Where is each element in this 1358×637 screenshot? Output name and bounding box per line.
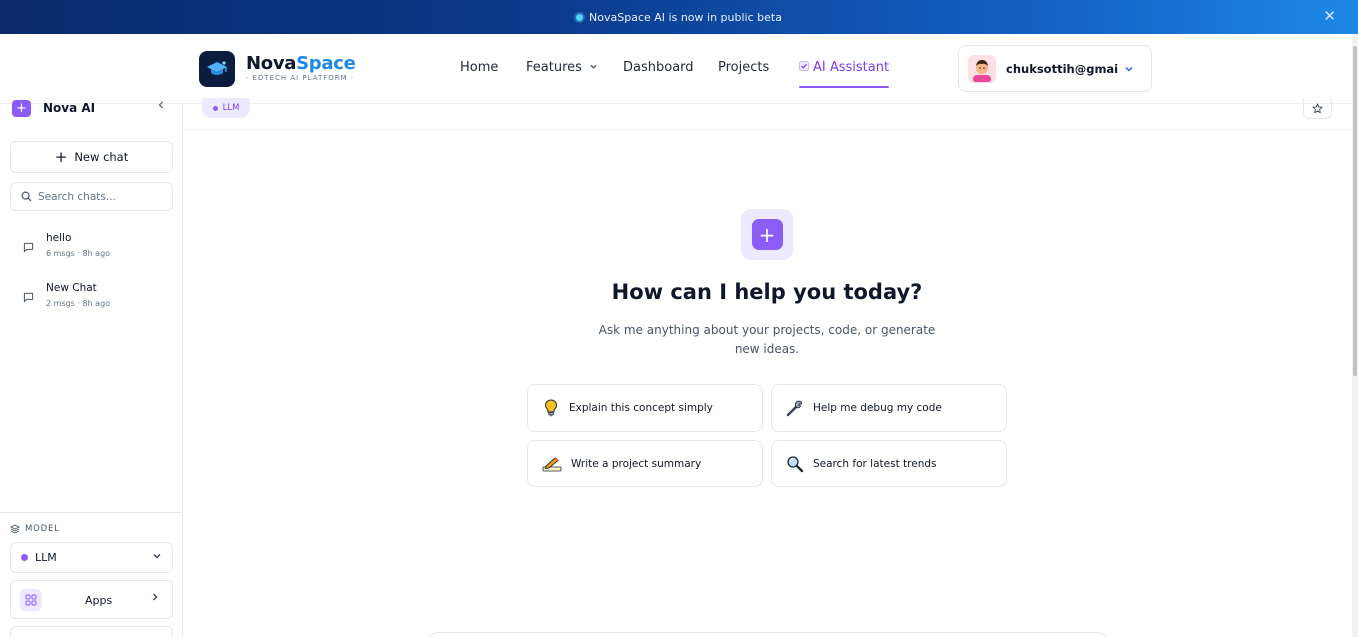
grid-icon — [20, 589, 42, 611]
chevron-left-icon[interactable] — [156, 100, 166, 110]
lightbulb-icon — [542, 399, 560, 417]
chat-toolbar: LLM — [183, 98, 1352, 130]
layers-icon — [10, 524, 20, 534]
page-scrollbar[interactable] — [1352, 34, 1358, 637]
plus-icon: + — [751, 219, 783, 250]
nav-features[interactable]: Features — [526, 60, 598, 75]
search-icon — [21, 191, 32, 202]
suggestion-card[interactable]: Help me debug my code — [771, 384, 1007, 432]
model-select[interactable]: LLM — [10, 542, 173, 573]
chevron-down-icon — [590, 64, 597, 69]
brand-name-part2: Space — [296, 53, 356, 74]
chevron-right-icon — [153, 593, 158, 601]
sidebar-title: Nova AI — [43, 101, 96, 115]
close-icon[interactable]: ✕ — [1323, 8, 1336, 24]
new-chat-button[interactable]: + New chat — [10, 141, 173, 173]
chat-list-item[interactable]: New Chat 2 msgs · 8h ago — [10, 280, 173, 320]
magnifier-icon — [786, 455, 804, 473]
model-value: LLM — [35, 551, 57, 564]
status-dot-icon — [576, 13, 584, 21]
plus-icon: + — [12, 100, 31, 117]
brand-subtitle: · EDTECH AI PLATFORM · — [246, 74, 355, 82]
suggestion-label: Help me debug my code — [813, 402, 942, 414]
avatar — [968, 54, 996, 83]
active-nav-indicator — [799, 86, 889, 88]
model-section-label: MODEL — [10, 524, 60, 534]
apps-button[interactable]: Apps — [10, 580, 173, 619]
chat-meta: 2 msgs · 8h ago — [46, 299, 111, 308]
chat-list-item[interactable]: hello 6 msgs · 8h ago — [10, 230, 173, 270]
chevron-down-icon — [153, 554, 161, 559]
new-chat-hero-icon: + — [741, 209, 793, 260]
model-badge: LLM — [202, 98, 250, 118]
chat-title: hello — [46, 232, 72, 244]
chevron-down-icon — [1125, 66, 1133, 72]
plus-icon: + — [54, 148, 68, 166]
nav-ai-assistant[interactable]: AI Assistant — [799, 60, 889, 75]
chat-bubble-icon — [23, 242, 34, 253]
top-header: NovaSpace · EDTECH AI PLATFORM · Home Fe… — [0, 34, 1352, 104]
chat-bubble-icon — [23, 292, 34, 303]
chat-sidebar: + Nova AI + New chat hello 6 msgs · 8h a… — [0, 100, 183, 637]
user-menu[interactable]: chuksottih@gmail... — [958, 45, 1152, 92]
chat-title: New Chat — [46, 282, 97, 294]
suggestion-card[interactable]: Search for latest trends — [771, 440, 1007, 487]
model-badge-label: LLM — [222, 103, 240, 113]
new-chat-label: New chat — [74, 150, 129, 164]
star-button[interactable] — [1303, 98, 1332, 119]
checkbox-icon — [799, 61, 809, 71]
brand-name-part1: Nova — [246, 53, 297, 74]
pencil-writing-icon — [542, 455, 562, 473]
nav-home[interactable]: Home — [460, 60, 498, 75]
search-chats — [10, 182, 173, 211]
nav-features-label: Features — [526, 60, 582, 75]
scrollbar-thumb[interactable] — [1353, 46, 1357, 376]
message-input-area[interactable] — [425, 632, 1110, 637]
model-badge-dot — [212, 105, 218, 111]
star-icon — [1312, 103, 1323, 113]
chat-meta: 6 msgs · 8h ago — [46, 249, 111, 258]
model-label-text: MODEL — [25, 524, 60, 534]
apps-label: Apps — [85, 594, 113, 607]
hero-title: How can I help you today? — [611, 280, 923, 304]
nav-projects[interactable]: Projects — [718, 60, 769, 75]
user-email: chuksottih@gmail... — [1006, 61, 1118, 76]
hero-subtitle: Ask me anything about your projects, cod… — [598, 323, 936, 356]
model-status-dot — [21, 554, 28, 561]
suggestion-label: Write a project summary — [571, 457, 702, 470]
search-input[interactable] — [38, 190, 168, 203]
suggestion-label: Search for latest trends — [813, 457, 937, 470]
graduation-cap-icon[interactable] — [199, 51, 235, 87]
suggestion-label: Explain this concept simply — [569, 402, 713, 414]
announcement-banner: NovaSpace AI is now in public beta ✕ — [0, 0, 1358, 34]
wrench-icon — [786, 399, 804, 417]
suggestion-card[interactable]: Explain this concept simply — [527, 384, 763, 432]
brand-name[interactable]: NovaSpace — [246, 53, 356, 74]
sidebar-divider — [0, 512, 182, 513]
sidebar-next-item[interactable] — [10, 626, 173, 637]
nav-dashboard[interactable]: Dashboard — [623, 60, 694, 75]
nav-ai-assistant-label: AI Assistant — [813, 60, 890, 75]
suggestion-card[interactable]: Write a project summary — [527, 440, 763, 487]
banner-text: NovaSpace AI is now in public beta — [589, 10, 782, 24]
